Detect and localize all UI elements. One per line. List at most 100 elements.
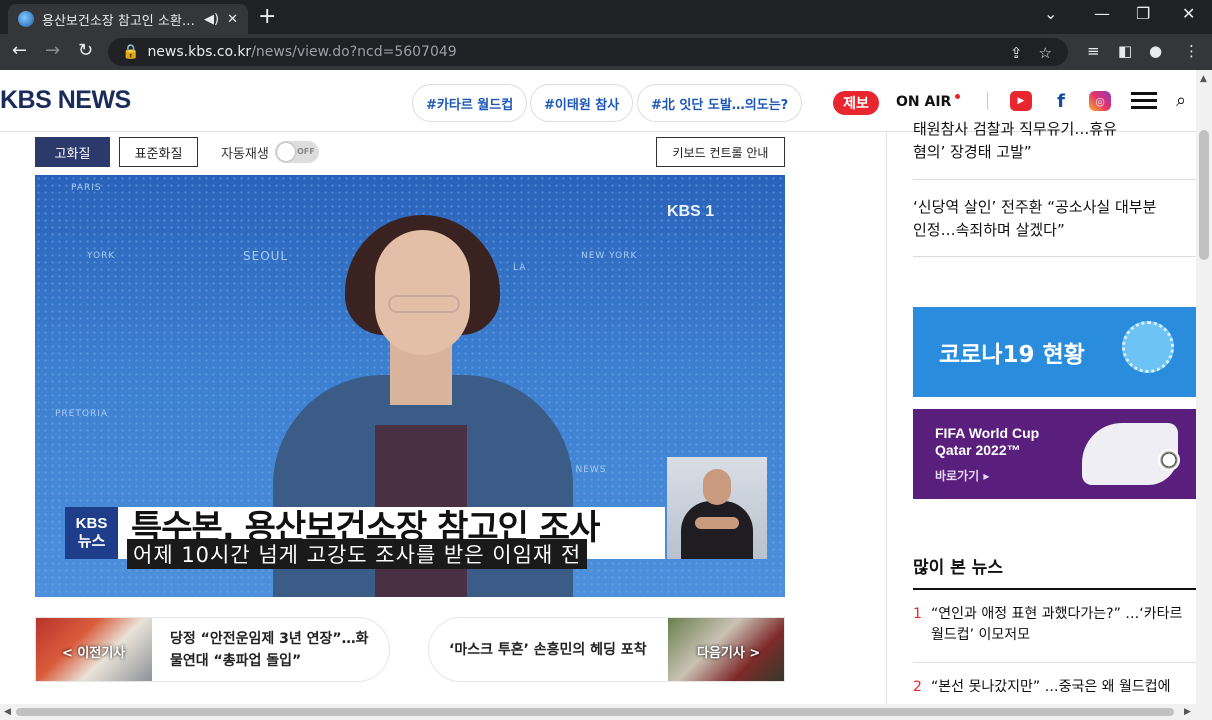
divider xyxy=(913,179,1196,180)
fifa-go-link[interactable]: 바로가기 ▸ xyxy=(935,467,989,484)
browser-menu-icon[interactable]: ⋮ xyxy=(1184,42,1199,60)
video-caption: 어제 10시간 넘게 고강도 조사를 받은 이임재 전 xyxy=(127,539,588,569)
virus-icon xyxy=(1122,321,1174,373)
signer-hands xyxy=(695,517,739,529)
sign-language-interpreter xyxy=(667,457,767,559)
window-close-icon[interactable]: ✕ xyxy=(1182,4,1195,23)
bookmark-star-icon[interactable]: ☆ xyxy=(1039,44,1052,62)
prev-article-label: < 이전기사 xyxy=(62,646,126,661)
tip-button[interactable]: 제보 xyxy=(833,91,879,115)
toggle-knob xyxy=(277,143,295,161)
live-dot xyxy=(955,94,960,99)
browser-toolbar: ← → ↻ 🔒 news.kbs.co.kr/news/view.do?ncd=… xyxy=(0,34,1212,70)
tag-north-korea[interactable]: #北 잇단 도발…의도는? xyxy=(637,84,803,122)
scroll-left-arrow-icon[interactable]: ◀ xyxy=(4,707,11,717)
map-city: LA xyxy=(513,263,527,273)
reading-list-icon[interactable]: ≡ xyxy=(1087,42,1100,60)
vertical-scroll-thumb[interactable] xyxy=(1199,130,1209,260)
forward-arrow-icon[interactable]: → xyxy=(45,40,60,61)
vertical-scrollbar[interactable]: ▲ xyxy=(1196,70,1212,720)
new-tab-button[interactable]: + xyxy=(258,5,276,29)
onair-link[interactable]: ON AIR xyxy=(896,94,951,110)
horizontal-scrollbar[interactable]: ◀ ▶ xyxy=(0,704,1196,720)
prev-title-line2: 물연대 “총파업 돌입” xyxy=(170,653,302,669)
tab-search-chevron-icon[interactable]: ⌄ xyxy=(1044,4,1057,23)
kbs-news-badge: KBS 뉴스 xyxy=(65,507,118,559)
scroll-right-arrow-icon[interactable]: ▶ xyxy=(1184,707,1191,717)
autoplay-toggle[interactable]: OFF xyxy=(275,141,319,163)
heading-rule xyxy=(913,588,1196,590)
sidebar-item-line: 태원참사 검찰과 직무유기…휴유 xyxy=(913,120,1117,138)
sidebar-item-line: ‘신당역 살인’ 전주환 “공소사실 대부분 xyxy=(913,198,1157,216)
profile-icon[interactable]: ● xyxy=(1149,42,1162,60)
map-city: NEW YORK xyxy=(581,251,638,261)
tab-title: 용산보건소장 참고인 소환… xyxy=(42,13,195,29)
soccer-ball-icon xyxy=(1158,449,1180,471)
fifa-worldcup-banner[interactable]: FIFA World Cup Qatar 2022™ 바로가기 ▸ xyxy=(913,409,1196,499)
hamburger-menu-icon[interactable] xyxy=(1131,92,1157,110)
covid-status-banner[interactable]: 코로나19 현황 xyxy=(913,307,1196,397)
youtube-icon[interactable]: ▶ xyxy=(1010,91,1032,111)
sidebar-item-line: 혐의’ 장경태 고발” xyxy=(913,143,1032,161)
keyboard-guide-button[interactable]: 키보드 컨트롤 안내 xyxy=(656,137,785,167)
covid-banner-text: 코로나19 현황 xyxy=(939,342,1085,368)
prev-title-line1: 당정 “안전운임제 3년 연장”…화 xyxy=(170,631,369,647)
instagram-icon[interactable]: ◎ xyxy=(1089,91,1111,111)
address-bar[interactable]: 🔒 news.kbs.co.kr/news/view.do?ncd=560704… xyxy=(108,38,1068,66)
tag-qatar-worldcup[interactable]: #카타르 월드컵 xyxy=(412,84,528,122)
url-path: /news/view.do?ncd=5607049 xyxy=(251,44,457,60)
signer-head xyxy=(703,469,731,505)
popular-news-item[interactable]: “본선 못나갔지만” …중국은 왜 월드컵에 xyxy=(931,677,1193,698)
fifa-line1: FIFA World Cup xyxy=(935,425,1040,441)
divider xyxy=(913,662,1196,663)
sidebar-item-line: 인정…속죄하며 살겠다” xyxy=(913,221,1065,239)
popular-news-item[interactable]: “연인과 애정 표현 과했다가는?” …‘카타르 월드컵’ 이모저모 xyxy=(931,604,1193,646)
facebook-icon[interactable]: f xyxy=(1050,91,1072,112)
popular-news-heading: 많이 본 뉴스 xyxy=(913,558,1004,578)
video-player[interactable]: PARIS SEOUL YORK LA NEW YORK PRETORIA KB… xyxy=(35,175,785,597)
tag-itaewon[interactable]: #이태원 참사 xyxy=(530,84,634,122)
horizontal-scroll-thumb[interactable] xyxy=(16,708,1174,716)
next-article-card[interactable]: ‘마스크 투혼’ 손흥민의 헤딩 포착 다음기사 > xyxy=(428,617,785,682)
prev-article-title: 당정 “안전운임제 3년 연장”…화 물연대 “총파업 돌입” xyxy=(170,628,368,672)
scroll-up-arrow-icon[interactable]: ▲ xyxy=(1200,74,1207,84)
restore-icon[interactable]: ❐ xyxy=(1136,4,1150,23)
url-host: news.kbs.co.kr xyxy=(147,44,252,60)
fifa-line2: Qatar 2022™ xyxy=(935,442,1021,458)
right-sidebar: 태원참사 검찰과 직무유기…휴유 혐의’ 장경태 고발” ‘신당역 살인’ 전주… xyxy=(886,120,1196,708)
browser-tab[interactable]: 용산보건소장 참고인 소환… ◀) ✕ xyxy=(8,4,248,34)
divider xyxy=(913,256,1196,257)
kbs-news-logo[interactable]: KBS NEWS xyxy=(0,86,131,115)
back-arrow-icon[interactable]: ← xyxy=(12,40,27,61)
browser-tab-strip: 용산보건소장 참고인 소환… ◀) ✕ + ⌄ — ❐ ✕ xyxy=(0,0,1212,34)
toggle-state: OFF xyxy=(297,147,315,156)
lock-icon[interactable]: 🔒 xyxy=(122,44,139,60)
reload-icon[interactable]: ↻ xyxy=(78,40,93,61)
side-panel-icon[interactable]: ◧ xyxy=(1118,42,1132,60)
prev-article-card[interactable]: < 이전기사 당정 “안전운임제 3년 연장”…화 물연대 “총파업 돌입” xyxy=(35,617,390,682)
popular-rank: 1 xyxy=(913,606,922,622)
kbs1-watermark: KBS 1 xyxy=(667,203,715,220)
map-city: SEOUL xyxy=(243,249,289,263)
search-icon[interactable]: ⌕ xyxy=(1176,90,1186,111)
sidebar-news-item[interactable]: ‘신당역 살인’ 전주환 “공소사실 대부분 인정…속죄하며 살겠다” xyxy=(913,196,1196,242)
kbs-favicon-icon xyxy=(18,11,34,27)
sidebar-news-item[interactable]: 태원참사 검찰과 직무유기…휴유 혐의’ 장경태 고발” xyxy=(913,118,1196,164)
next-article-title: ‘마스크 투혼’ 손흥민의 헤딩 포착 xyxy=(449,642,647,658)
minimize-icon[interactable]: — xyxy=(1094,4,1110,23)
share-icon[interactable]: ⇪ xyxy=(1010,44,1023,62)
quality-standard-button[interactable]: 표준화질 xyxy=(119,137,198,167)
fifa-banner-title: FIFA World Cup Qatar 2022™ xyxy=(935,425,1039,459)
popular-item-line: 월드컵’ 이모저모 xyxy=(931,627,1031,643)
signer-body xyxy=(681,501,753,559)
autoplay-label: 자동재생 xyxy=(221,147,269,162)
tab-close-icon[interactable]: ✕ xyxy=(227,12,238,27)
popular-rank: 2 xyxy=(913,679,922,695)
badge-line1: KBS xyxy=(75,515,108,532)
popular-item-line: “본선 못나갔지만” …중국은 왜 월드컵에 xyxy=(931,679,1171,695)
map-city: PRETORIA xyxy=(55,409,109,419)
quality-high-button[interactable]: 고화질 xyxy=(35,137,110,167)
anchor-glasses xyxy=(388,295,460,313)
next-article-label: 다음기사 > xyxy=(697,646,761,661)
speaker-icon[interactable]: ◀) xyxy=(204,12,219,27)
